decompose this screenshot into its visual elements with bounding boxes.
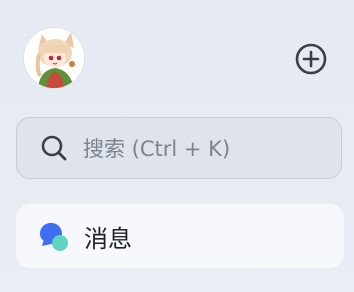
- sidebar-item-messages[interactable]: 消息: [16, 204, 344, 268]
- search-icon: [41, 135, 67, 161]
- search-input[interactable]: 搜索 (Ctrl + K): [16, 117, 342, 179]
- search-placeholder: 搜索 (Ctrl + K): [83, 137, 231, 161]
- add-button[interactable]: [294, 42, 328, 76]
- avatar-image: [24, 28, 84, 88]
- message-bubble-icon: [40, 223, 68, 251]
- plus-circle-icon: [295, 43, 327, 75]
- sidebar-item-label: 消息: [84, 224, 132, 253]
- avatar[interactable]: [24, 28, 84, 88]
